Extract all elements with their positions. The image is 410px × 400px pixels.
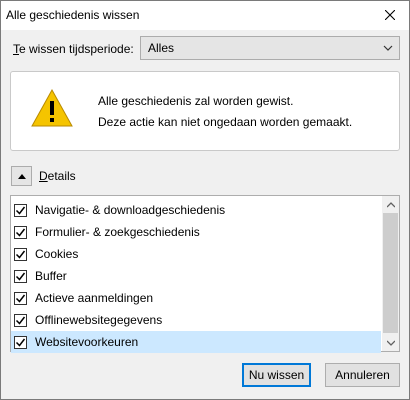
- list-item-label: Websitevoorkeuren: [35, 335, 139, 349]
- details-toggle-button[interactable]: [11, 166, 32, 186]
- check-icon: [15, 316, 26, 325]
- list-item-navigation-download[interactable]: Navigatie- & downloadgeschiedenis: [11, 199, 381, 221]
- checkbox[interactable]: [14, 291, 27, 305]
- warning-line-1: Alle geschiedenis zal worden gewist.: [98, 94, 294, 108]
- details-label-accesskey: D: [39, 169, 48, 183]
- time-range-label: Te wissen tijdsperiode:: [13, 42, 134, 56]
- checkbox[interactable]: [14, 269, 27, 283]
- list-item-label: Buffer: [35, 269, 67, 283]
- list-item-active-logins[interactable]: Actieve aanmeldingen: [11, 287, 381, 309]
- list-item-cookies[interactable]: Cookies: [11, 243, 381, 265]
- arrow-up-icon: [386, 201, 395, 207]
- time-range-select[interactable]: Alles: [140, 36, 400, 60]
- clear-now-button[interactable]: Nu wissen: [242, 363, 311, 387]
- close-icon: [385, 10, 395, 20]
- list-scrollbar[interactable]: [382, 196, 399, 351]
- list-item-label: Cookies: [35, 247, 79, 261]
- check-icon: [15, 272, 26, 281]
- history-items-list: Navigatie- & downloadgeschiedenis Formul…: [10, 195, 400, 353]
- list-item-offline-data[interactable]: Offlinewebsitegegevens: [11, 309, 381, 331]
- chevron-up-icon: [17, 174, 26, 179]
- title-bar: Alle geschiedenis wissen: [1, 1, 409, 30]
- arrow-down-icon: [386, 340, 395, 346]
- scroll-thumb[interactable]: [383, 213, 398, 333]
- scroll-down-button[interactable]: [382, 334, 399, 351]
- close-button[interactable]: [375, 3, 405, 27]
- checkbox[interactable]: [14, 313, 27, 327]
- check-icon: [15, 294, 26, 303]
- check-icon: [15, 250, 26, 259]
- scroll-up-button[interactable]: [382, 196, 399, 213]
- checkbox[interactable]: [14, 203, 27, 217]
- list-item-label: Formulier- & zoekgeschiedenis: [35, 225, 200, 239]
- check-icon: [15, 228, 26, 237]
- checkbox[interactable]: [14, 247, 27, 261]
- time-range-value: Alles: [148, 41, 175, 55]
- list-item-label: Offlinewebsitegegevens: [35, 313, 163, 327]
- details-label: Details: [39, 169, 76, 183]
- history-items: Navigatie- & downloadgeschiedenis Formul…: [11, 199, 381, 353]
- warning-icon: [31, 89, 73, 127]
- list-item-label: Navigatie- & downloadgeschiedenis: [35, 203, 226, 217]
- list-item-site-preferences[interactable]: Websitevoorkeuren: [11, 331, 381, 353]
- details-label-text: etails: [47, 169, 76, 183]
- checkbox[interactable]: [14, 335, 27, 349]
- cancel-button[interactable]: Annuleren: [325, 363, 400, 387]
- list-item-label: Actieve aanmeldingen: [35, 291, 154, 305]
- warning-line-2: Deze actie kan niet ongedaan worden gema…: [98, 115, 353, 129]
- dialog-title: Alle geschiedenis wissen: [6, 8, 140, 22]
- time-range-label-text: e wissen tijdsperiode:: [19, 42, 134, 56]
- check-icon: [15, 338, 26, 347]
- warning-box: Alle geschiedenis zal worden gewist. Dez…: [10, 71, 400, 151]
- checkbox[interactable]: [14, 225, 27, 239]
- chevron-down-icon: [383, 45, 393, 51]
- check-icon: [15, 206, 26, 215]
- list-item-cache[interactable]: Buffer: [11, 265, 381, 287]
- clear-history-dialog: Alle geschiedenis wissen Te wissen tijds…: [0, 0, 410, 400]
- list-item-form-search[interactable]: Formulier- & zoekgeschiedenis: [11, 221, 381, 243]
